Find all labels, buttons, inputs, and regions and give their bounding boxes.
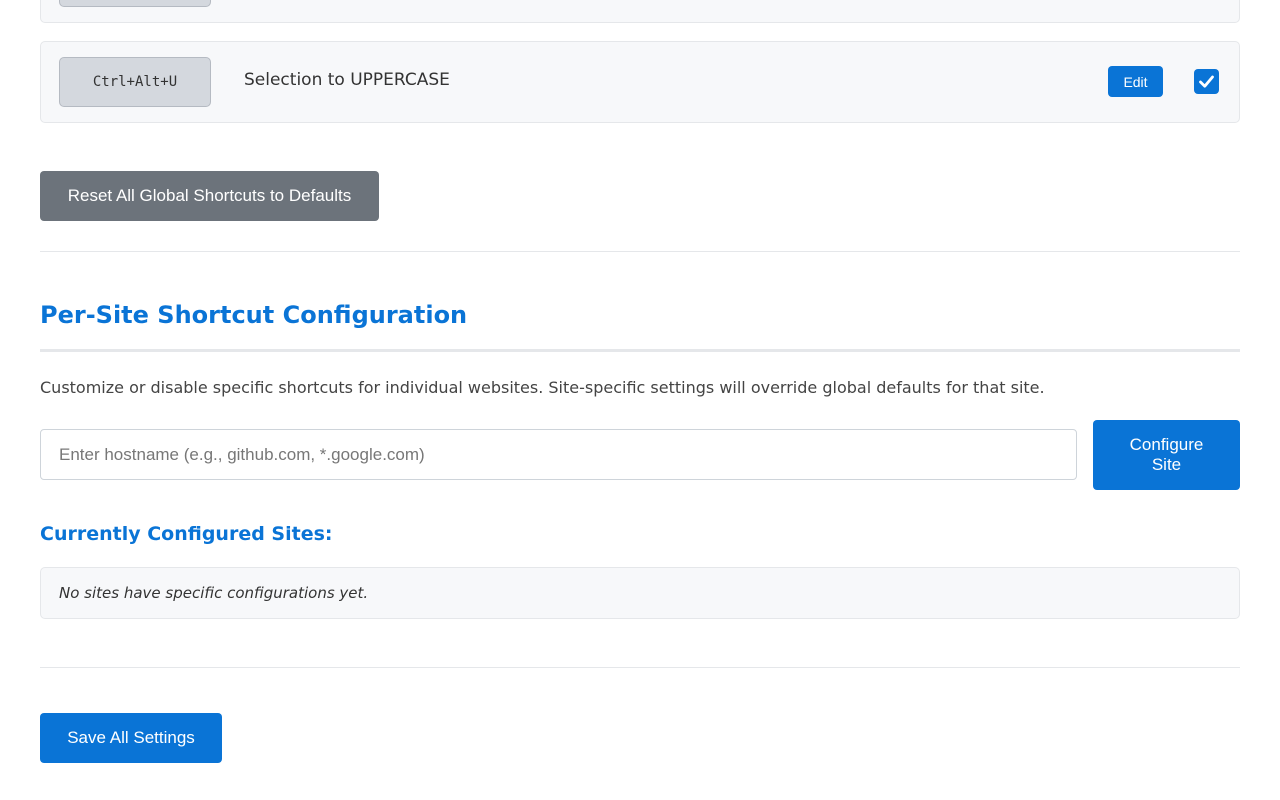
checkmark-icon <box>1199 75 1214 88</box>
section-title-underline <box>40 349 1240 352</box>
shortcut-description: Selection to UPPERCASE <box>244 70 450 90</box>
shortcut-keycap: Ctrl+Alt+U <box>59 57 211 107</box>
reset-global-shortcuts-button[interactable]: Reset All Global Shortcuts to Defaults <box>40 171 379 221</box>
configured-sites-title: Currently Configured Sites: <box>40 523 333 545</box>
per-site-section-title: Per-Site Shortcut Configuration <box>40 301 468 329</box>
shortcut-keycap <box>59 0 211 7</box>
hostname-input[interactable] <box>40 429 1077 480</box>
options-page: Ctrl+Alt+U Selection to UPPERCASE Edit R… <box>0 0 1280 800</box>
empty-sites-message: No sites have specific configurations ye… <box>59 584 369 602</box>
per-site-description: Customize or disable specific shortcuts … <box>40 378 1045 397</box>
shortcut-row-partial <box>40 0 1240 23</box>
shortcut-row: Ctrl+Alt+U Selection to UPPERCASE Edit <box>40 41 1240 123</box>
configure-site-button[interactable]: Configure Site <box>1093 420 1240 490</box>
shortcut-enabled-checkbox[interactable] <box>1194 69 1219 94</box>
configured-sites-list: No sites have specific configurations ye… <box>40 567 1240 619</box>
save-all-settings-button[interactable]: Save All Settings <box>40 713 222 763</box>
footer-divider <box>40 667 1240 668</box>
edit-shortcut-button[interactable]: Edit <box>1108 66 1163 97</box>
section-divider <box>40 251 1240 252</box>
